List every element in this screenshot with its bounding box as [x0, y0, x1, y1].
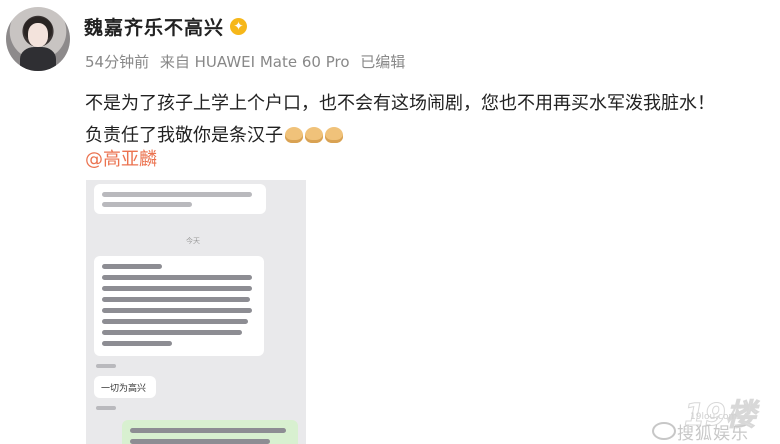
author-name[interactable]: 魏嘉齐乐不高兴	[84, 13, 224, 40]
watermark-platform: 搜狐娱乐	[677, 424, 749, 444]
chat-bubble-green	[122, 420, 298, 444]
blurred-text	[102, 319, 248, 324]
post-text-line-2-content: 负责任了我敬你是条汉子	[85, 125, 283, 146]
avatar[interactable]	[6, 7, 70, 71]
post-source[interactable]: 来自 HUAWEI Mate 60 Pro	[160, 53, 350, 71]
blurred-text	[102, 286, 252, 291]
vip-badge-icon: ✦	[230, 18, 247, 35]
post-text-line-1: 不是为了孩子上学上个户口，也不会有这场闹剧，您也不用再买水军泼我脏水！	[85, 93, 715, 114]
blurred-text	[102, 192, 252, 197]
mention-link[interactable]: @高亚麟	[85, 145, 157, 171]
blurred-text	[102, 264, 162, 269]
post-meta: 54分钟前 来自 HUAWEI Mate 60 Pro 已编辑	[85, 51, 411, 72]
chat-bubble-short: 一切为高兴	[94, 376, 156, 398]
chat-message-text: 一切为高兴	[101, 384, 147, 394]
weibo-logo-icon	[652, 422, 676, 440]
avatar-face	[28, 23, 48, 47]
blurred-text	[130, 439, 270, 444]
blurred-text	[102, 341, 172, 346]
chat-time-label: 今天	[186, 237, 200, 245]
blurred-text	[102, 275, 252, 280]
chat-screenshot-image[interactable]: 今天 一切为高兴	[86, 180, 306, 444]
chat-bubble-top	[94, 184, 266, 214]
chat-bubble-long	[94, 256, 264, 356]
blurred-text	[102, 330, 242, 335]
folded-hands-emoji	[305, 127, 323, 143]
blurred-text	[102, 202, 192, 207]
blurred-time	[96, 364, 116, 368]
post-text: 不是为了孩子上学上个户口，也不会有这场闹剧，您也不用再买水军泼我脏水！ 负责任了…	[85, 88, 775, 152]
avatar-shirt	[20, 47, 56, 71]
edited-label[interactable]: 已编辑	[360, 53, 405, 71]
blurred-text	[102, 297, 250, 302]
blurred-text	[102, 308, 252, 313]
folded-hands-emoji	[325, 127, 343, 143]
folded-hands-emoji	[285, 127, 303, 143]
blurred-text	[130, 428, 286, 433]
post-text-line-2: 负责任了我敬你是条汉子	[85, 120, 775, 152]
blurred-time	[96, 406, 116, 410]
post-time[interactable]: 54分钟前	[85, 53, 149, 71]
